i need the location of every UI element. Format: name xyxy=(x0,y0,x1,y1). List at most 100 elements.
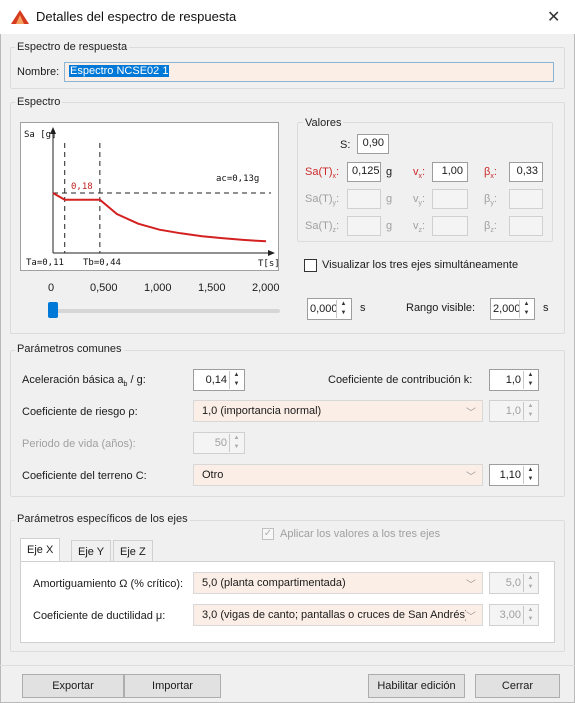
sa-y-sub: y xyxy=(332,200,337,208)
sa-y-unit: g xyxy=(386,193,393,205)
ductil-value: 3,0 (vigas de canto; pantallas o cruces … xyxy=(202,609,469,621)
espectro-group-label: Espectro xyxy=(15,96,63,108)
footer-divider xyxy=(0,665,575,666)
time-slider-thumb[interactable] xyxy=(48,302,58,318)
time-spin[interactable]: 0,000 ▲ ▼ xyxy=(307,298,352,320)
spectrum-curve xyxy=(52,192,267,243)
coef-contrib-value: 1,0 xyxy=(505,374,521,386)
v-x-field[interactable]: 1,00 xyxy=(432,162,468,182)
sa-z-field xyxy=(347,216,381,236)
acel-spin[interactable]: 0,14 ▲ ▼ xyxy=(193,369,245,391)
exportar-button[interactable]: Exportar xyxy=(22,674,124,698)
spin-buttons-icon[interactable]: ▲ ▼ xyxy=(523,466,537,484)
v-z-field xyxy=(432,216,468,236)
visualizar-checkbox[interactable] xyxy=(304,259,317,272)
b-x-field[interactable]: 0,33 xyxy=(509,162,543,182)
tab-eje-x[interactable]: Eje X xyxy=(20,538,61,562)
b-x-sub: x xyxy=(490,173,494,181)
ductil-combo[interactable]: 3,0 (vigas de canto; pantallas o cruces … xyxy=(193,604,483,626)
spectrum-chart-svg: Sa [g] T[s] ac=0,13g 0,18 Ta=0,11 Tb=0,4… xyxy=(24,127,280,269)
coef-contrib-label: Coeficiente de contribución k: xyxy=(328,374,473,386)
spin-buttons-icon: ▲ ▼ xyxy=(229,434,243,452)
coef-contrib-spin[interactable]: 1,0 ▲ ▼ xyxy=(489,369,539,391)
nombre-input[interactable]: Espectro NCSE02 1 xyxy=(64,62,554,82)
tb-annotation: Tb=0,44 xyxy=(83,258,121,268)
tab-eje-z[interactable]: Eje Z xyxy=(113,540,153,562)
sa-x-field[interactable]: 0,125 xyxy=(347,162,381,182)
nombre-label: Nombre: xyxy=(17,66,60,78)
terreno-value: Otro xyxy=(202,469,224,481)
riesgo-value: 1,0 (importancia normal) xyxy=(202,405,322,417)
v-z-label: vz: xyxy=(413,220,426,235)
terreno-combo[interactable]: Otro ﹀ xyxy=(193,464,483,486)
plateau-annotation: 0,18 xyxy=(71,182,93,192)
ta-annotation: Ta=0,11 xyxy=(26,258,64,268)
periodo-spin: 50 ▲ ▼ xyxy=(193,432,245,454)
acel-value: 0,14 xyxy=(205,374,227,386)
chevron-down-icon: ﹀ xyxy=(466,408,476,419)
spin-buttons-icon[interactable]: ▲ ▼ xyxy=(519,300,533,318)
ductil-label: Coeficiente de ductilidad μ: xyxy=(33,610,166,622)
cerrar-button[interactable]: Cerrar xyxy=(475,674,560,698)
sa-y-field xyxy=(347,189,381,209)
importar-button[interactable]: Importar xyxy=(124,674,221,698)
sa-y-text: Sa(T) xyxy=(305,193,333,205)
riesgo-label: Coeficiente de riesgo ρ: xyxy=(22,406,138,418)
b-y-sub: y xyxy=(490,200,494,208)
terreno-spin-value: 1,10 xyxy=(499,469,521,481)
spin-buttons-icon[interactable]: ▲ ▼ xyxy=(336,300,350,318)
app-logo-icon xyxy=(11,10,29,24)
amort-value: 5,0 (planta compartimentada) xyxy=(202,577,346,589)
v-y-field xyxy=(432,189,468,209)
b-y-label: βy: xyxy=(484,193,497,208)
spin-buttons-icon[interactable]: ▲ ▼ xyxy=(229,371,243,389)
spectrum-chart: Sa [g] T[s] ac=0,13g 0,18 Ta=0,11 Tb=0,4… xyxy=(20,122,280,271)
s-field[interactable]: 0,90 xyxy=(357,134,389,154)
tab-eje-y[interactable]: Eje Y xyxy=(71,540,112,562)
b-z-field xyxy=(509,216,543,236)
terreno-label: Coeficiente del terreno C: xyxy=(22,470,147,482)
riesgo-spin: 1,0 ▲ ▼ xyxy=(489,400,539,422)
riesgo-spin-value: 1,0 xyxy=(505,405,521,417)
sa-x-label: Sa(T)x: xyxy=(305,166,340,181)
time-slider-track[interactable] xyxy=(50,309,280,313)
scale-tick: 0 xyxy=(48,282,55,294)
ejes-group-label: Parámetros específicos de los ejes xyxy=(15,513,190,525)
valores-label: Valores xyxy=(303,117,344,129)
ac-annotation: ac=0,13g xyxy=(216,174,259,184)
rango-label: Rango visible: xyxy=(406,302,476,314)
acel-label-text: Aceleración básica a xyxy=(22,374,124,386)
chevron-down-icon: ﹀ xyxy=(466,608,476,623)
ductil-spin-value: 3,00 xyxy=(499,609,521,621)
b-x-label: βx: xyxy=(484,166,497,181)
aplicar-checkbox: ✓ xyxy=(262,528,274,540)
amort-combo[interactable]: 5,0 (planta compartimentada) ﹀ xyxy=(193,572,483,594)
x-axis-label: T[s] xyxy=(258,259,278,269)
riesgo-combo[interactable]: 1,0 (importancia normal) ﹀ xyxy=(193,400,483,422)
chevron-down-icon: ﹀ xyxy=(466,472,476,483)
acel-suffix: / g: xyxy=(127,374,146,386)
spin-buttons-icon: ▲ ▼ xyxy=(523,606,537,624)
time-unit: s xyxy=(360,302,366,314)
amort-spin: 5,0 ▲ ▼ xyxy=(489,572,539,594)
rango-spin[interactable]: 2,000 ▲ ▼ xyxy=(490,298,535,320)
b-z-sub: z xyxy=(490,227,494,235)
close-icon[interactable]: ✕ xyxy=(547,7,560,27)
sa-z-unit: g xyxy=(386,220,393,232)
b-y-field xyxy=(509,189,543,209)
x-axis-arrow-icon xyxy=(268,250,275,256)
terreno-spin[interactable]: 1,10 ▲ ▼ xyxy=(489,464,539,486)
amort-spin-value: 5,0 xyxy=(505,577,521,589)
acel-label: Aceleración básica ab / g: xyxy=(22,374,146,388)
aplicar-label: Aplicar los valores a los tres ejes xyxy=(280,528,441,540)
v-y-label: vy: xyxy=(413,193,426,208)
sa-x-unit: g xyxy=(386,166,393,178)
spin-buttons-icon: ▲ ▼ xyxy=(523,402,537,420)
sa-x-text: Sa(T) xyxy=(305,166,333,178)
habilitar-edicion-button[interactable]: Habilitar edición xyxy=(368,674,465,698)
sa-y-label: Sa(T)y: xyxy=(305,193,340,208)
periodo-label: Periodo de vida (años): xyxy=(22,438,136,450)
rango-value: 2,000 xyxy=(493,303,521,315)
spin-buttons-icon[interactable]: ▲ ▼ xyxy=(523,371,537,389)
sa-z-text: Sa(T) xyxy=(305,220,333,232)
